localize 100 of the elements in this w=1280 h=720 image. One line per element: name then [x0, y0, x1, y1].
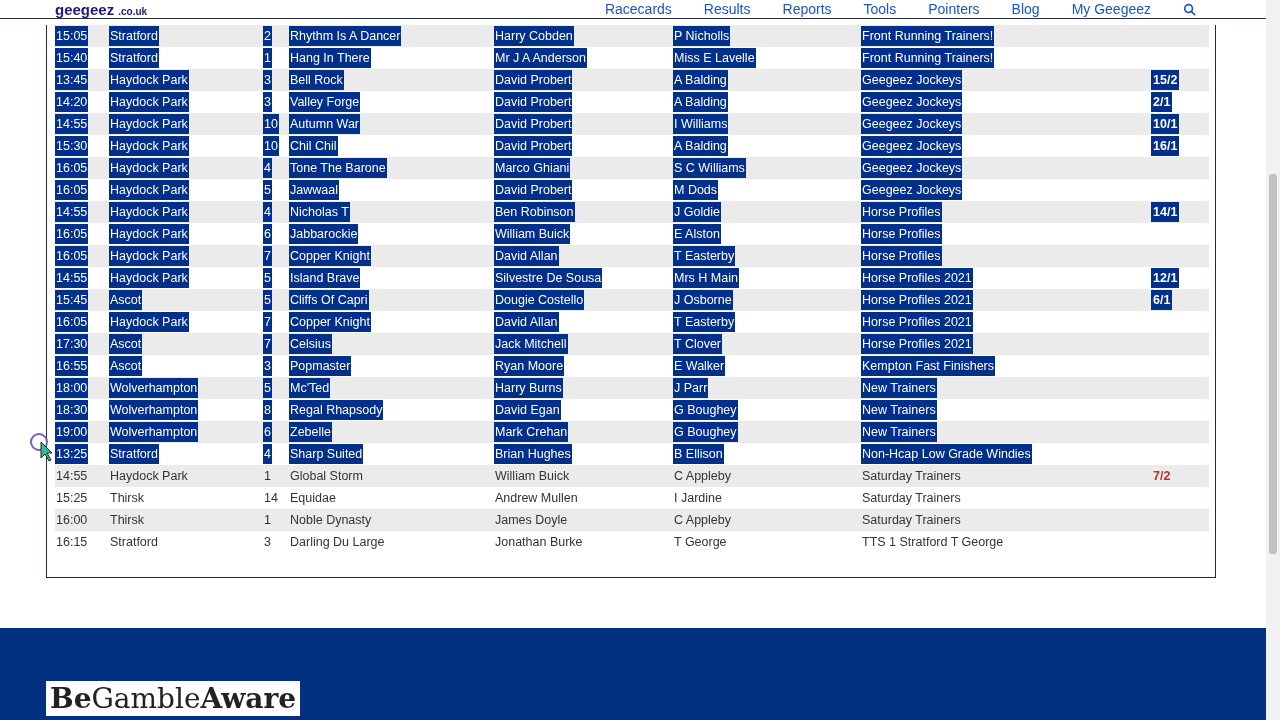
table-cell: G Boughey — [673, 400, 738, 420]
table-cell: New Trainers — [861, 378, 937, 398]
table-cell: 4 — [263, 158, 272, 178]
table-cell-text: Jonathan Burke — [494, 534, 584, 551]
table-cell: David Allan — [494, 312, 559, 332]
table-cell: 13:45 — [55, 70, 89, 90]
scrollbar-thumb[interactable] — [1269, 174, 1277, 554]
table-cell: 5 — [263, 290, 272, 310]
table-cell-text: 16:00 — [55, 512, 89, 529]
nav-link[interactable]: Racecards — [604, 1, 672, 17]
table-cell: Horse Profiles 2021 — [861, 290, 973, 310]
table-cell: 1 — [263, 48, 272, 68]
odds-value: 12/1 — [1151, 268, 1180, 288]
table-cell: Haydock Park — [109, 136, 189, 156]
table-cell: 16:05 — [55, 312, 89, 332]
table-cell-text: 14:55 — [55, 468, 89, 485]
table-cell: 7 — [263, 246, 272, 266]
table-cell: Kempton Fast Finishers — [861, 356, 995, 376]
table-cell: Ascot — [109, 356, 143, 376]
table-cell: Autumn War — [289, 114, 360, 134]
table-cell: J Goldie — [673, 202, 721, 222]
table-cell: David Probert — [494, 114, 573, 134]
table-cell: Horse Profiles — [861, 202, 942, 222]
table-cell-text: Andrew Mullen — [494, 490, 579, 507]
table-cell: Wolverhampton — [109, 422, 199, 442]
table-cell: 16:55 — [55, 356, 89, 376]
table-cell: 8 — [263, 400, 272, 420]
table-cell: Haydock Park — [109, 158, 189, 178]
table-cell-text: Thirsk — [109, 512, 146, 529]
table-cell: 16:05 — [55, 180, 89, 200]
table-cell: A Balding — [673, 92, 728, 112]
table-cell: 16:05 — [55, 224, 89, 244]
table-cell: Geegeez Jockeys — [861, 158, 963, 178]
odds-value: 16/1 — [1151, 136, 1180, 156]
table-cell: Haydock Park — [109, 202, 189, 222]
table-cell-text: 1 — [263, 512, 272, 529]
table-cell-text: 15:25 — [55, 490, 89, 507]
table-cell-text: Global Storm — [289, 468, 364, 485]
table-cell: Mr J A Anderson — [494, 48, 588, 68]
table-cell: S C Williams — [673, 158, 746, 178]
table-cell: Jack Mitchell — [494, 334, 568, 354]
table-cell: 3 — [263, 92, 272, 112]
table-cell: B Ellison — [673, 444, 724, 464]
table-cell: New Trainers — [861, 400, 937, 420]
table-cell: Harry Cobden — [494, 26, 574, 46]
table-cell: 6 — [263, 422, 272, 442]
table-cell: Mrs H Main — [673, 268, 739, 288]
table-cell-text: Saturday Trainers — [861, 468, 962, 485]
table-cell-text: Noble Dynasty — [289, 512, 373, 529]
table-cell: William Buick — [494, 224, 571, 244]
search-icon[interactable] — [1183, 2, 1196, 16]
table-cell-text: Saturday Trainers — [861, 512, 962, 529]
table-cell: 13:25 — [55, 444, 89, 464]
table-cell: Haydock Park — [109, 246, 189, 266]
table-cell: 2 — [263, 26, 272, 46]
table-cell: 14:55 — [55, 114, 89, 134]
table-cell: Nicholas T — [289, 202, 350, 222]
scrollbar[interactable] — [1266, 0, 1280, 720]
nav-link[interactable]: Pointers — [928, 1, 980, 17]
table-cell: Tone The Barone — [289, 158, 387, 178]
table-cell: 10 — [263, 136, 279, 156]
table-cell: 15:30 — [55, 136, 89, 156]
table-cell: T Clover — [673, 334, 722, 354]
table-cell: Hang In There — [289, 48, 371, 68]
table-cell-text: Darling Du Large — [289, 534, 386, 551]
table-cell: M Dods — [673, 180, 719, 200]
nav-link[interactable]: My Geegeez — [1071, 1, 1151, 17]
odds-value: 7/2 — [1152, 468, 1172, 485]
table-cell: Geegeez Jockeys — [861, 92, 963, 112]
table-cell-text: C Appleby — [673, 512, 732, 529]
table-cell: Jawwaal — [289, 180, 339, 200]
table-cell: 7 — [263, 312, 272, 332]
table-cell: Marco Ghiani — [494, 158, 571, 178]
nav-link[interactable]: Reports — [782, 1, 832, 17]
table-cell: Horse Profiles — [861, 246, 942, 266]
nav-link[interactable]: Blog — [1011, 1, 1040, 17]
table-cell: 10 — [263, 114, 279, 134]
table-cell-text: Stratford — [109, 534, 159, 551]
table-cell: Horse Profiles 2021 — [861, 268, 973, 288]
table-cell: Haydock Park — [109, 224, 189, 244]
table-cell: 17:30 — [55, 334, 89, 354]
table-cell: Harry Burns — [494, 378, 563, 398]
nav-link[interactable]: Results — [703, 1, 751, 17]
table-cell: E Alston — [673, 224, 721, 244]
gamble-aware-logo[interactable]: BeGambleAware — [46, 681, 300, 716]
table-cell: Zebelle — [289, 422, 332, 442]
table-cell: 18:30 — [55, 400, 89, 420]
table-cell: Chil Chil — [289, 136, 338, 156]
table-cell: I Williams — [673, 114, 729, 134]
table-cell-text: I Jardine — [673, 490, 723, 507]
nav-link[interactable]: Tools — [863, 1, 897, 17]
table-cell: Haydock Park — [109, 312, 189, 332]
table-cell: Horse Profiles 2021 — [861, 312, 973, 332]
table-cell: Dougie Costello — [494, 290, 585, 310]
table-cell-text: 3 — [263, 534, 272, 551]
table-cell: David Probert — [494, 70, 573, 90]
table-cell-text: TTS 1 Stratford T George — [861, 534, 1005, 551]
site-logo[interactable]: geegeez — [55, 0, 115, 18]
odds-value: 15/2 — [1151, 70, 1180, 90]
table-cell: Brian Hughes — [494, 444, 572, 464]
